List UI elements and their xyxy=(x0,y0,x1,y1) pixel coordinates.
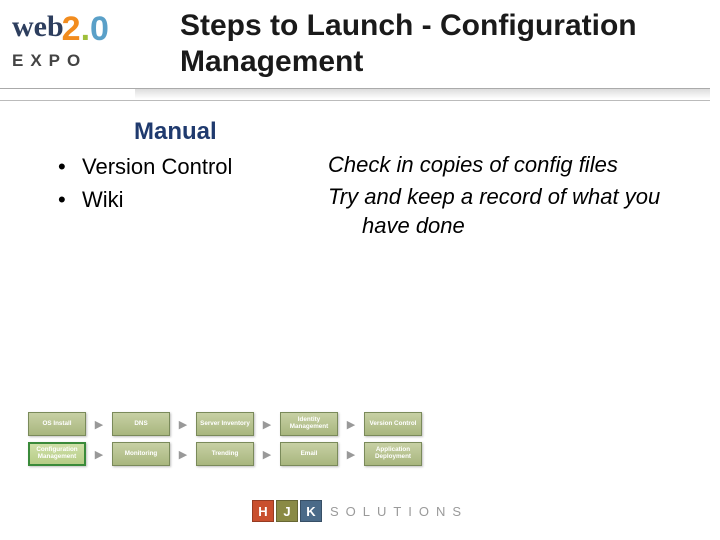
hjk-solutions-logo: H J K SOLUTIONS xyxy=(252,500,468,522)
flow-box: Server Inventory xyxy=(196,412,254,436)
logo-dot: . xyxy=(81,10,90,48)
bullet-item: •Version Control xyxy=(58,150,328,183)
web20expo-logo: web2.0 EXPO xyxy=(12,10,109,71)
arrow-right-icon: ▶ xyxy=(177,442,189,466)
note-text: Try and keep a record of what you have d… xyxy=(328,182,700,241)
logo-h: H xyxy=(252,500,274,522)
logo-2: 2 xyxy=(62,10,81,48)
bullet-item: •Wiki xyxy=(58,183,328,216)
note-text: Check in copies of config files xyxy=(328,150,700,180)
logo-j: J xyxy=(276,500,298,522)
logo-k: K xyxy=(300,500,322,522)
bullet-text: Version Control xyxy=(82,150,232,183)
slide-title: Steps to Launch - Configuration Manageme… xyxy=(180,8,710,80)
arrow-right-icon: ▶ xyxy=(345,442,357,466)
flow-box: Configuration Management xyxy=(28,442,86,466)
flow-box: Monitoring xyxy=(112,442,170,466)
arrow-right-icon: ▶ xyxy=(177,412,189,436)
arrow-right-icon: ▶ xyxy=(93,412,105,436)
workflow-diagram: OS Install ▶ DNS ▶ Server Inventory ▶ Identity… xyxy=(28,412,438,466)
arrow-right-icon: ▶ xyxy=(345,412,357,436)
flow-box: Version Control xyxy=(364,412,422,436)
subheading: Manual xyxy=(134,118,700,146)
flow-box: DNS xyxy=(112,412,170,436)
flow-box: OS Install xyxy=(28,412,86,436)
header-rule xyxy=(0,88,720,110)
logo-expo-text: EXPO xyxy=(12,51,109,71)
bullet-text: Wiki xyxy=(82,183,124,216)
logo-0: 0 xyxy=(90,10,109,48)
right-column: Check in copies of config files Try and … xyxy=(328,150,700,243)
flow-box: Application Deployment xyxy=(364,442,422,466)
arrow-right-icon: ▶ xyxy=(261,442,273,466)
logo-solutions-text: SOLUTIONS xyxy=(330,504,468,519)
flow-box: Identity Management xyxy=(280,412,338,436)
logo-web-text: web xyxy=(12,10,64,44)
arrow-right-icon: ▶ xyxy=(93,442,105,466)
content-area: Manual •Version Control •Wiki Check in c… xyxy=(58,118,700,243)
footer: H J K SOLUTIONS xyxy=(0,500,720,522)
left-column: •Version Control •Wiki xyxy=(58,150,328,243)
flow-box: Trending xyxy=(196,442,254,466)
flow-box: Email xyxy=(280,442,338,466)
arrow-right-icon: ▶ xyxy=(261,412,273,436)
header: web2.0 EXPO Steps to Launch - Configurat… xyxy=(0,0,720,112)
